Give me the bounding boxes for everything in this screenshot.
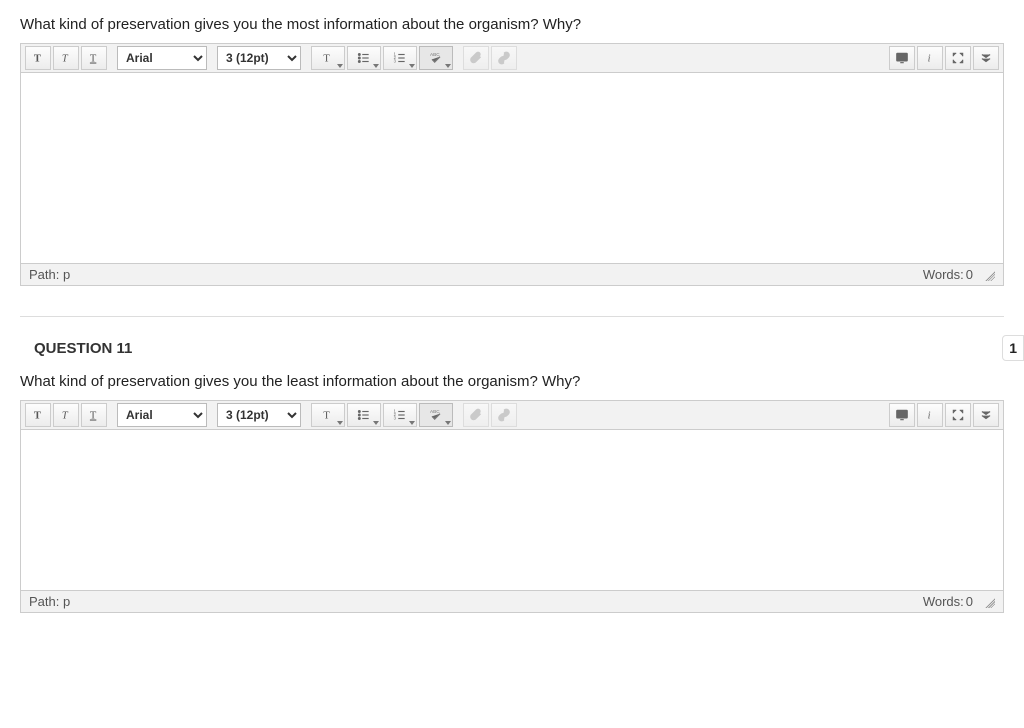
bold-style-button[interactable]: T xyxy=(25,46,51,70)
editor-status-bar: Path: p Words:0 xyxy=(21,590,1003,612)
words-label: Words: xyxy=(923,594,964,609)
resize-grip-icon[interactable] xyxy=(983,269,995,281)
link-button[interactable] xyxy=(491,46,517,70)
editor-textarea[interactable] xyxy=(21,73,1003,263)
italic-style-button[interactable]: T xyxy=(53,403,79,427)
font-family-select[interactable]: Arial xyxy=(117,46,207,70)
font-family-select[interactable]: Arial xyxy=(117,403,207,427)
editor-textarea[interactable] xyxy=(21,430,1003,590)
rich-text-editor: T T T Arial 3 (12pt) T xyxy=(20,400,1004,613)
attachment-button[interactable] xyxy=(463,46,489,70)
question-header: QUESTION 11 xyxy=(34,340,132,357)
svg-text:T: T xyxy=(90,411,97,422)
svg-text:T: T xyxy=(62,54,69,65)
numbered-list-button[interactable]: 1 2 3 xyxy=(383,46,417,70)
question-prompt: What kind of preservation gives you the … xyxy=(20,16,1004,33)
svg-text:T: T xyxy=(323,54,330,65)
bold-style-button[interactable]: T xyxy=(25,403,51,427)
path-value: p xyxy=(63,594,70,609)
editor-status-bar: Path: p Words:0 xyxy=(21,263,1003,285)
question-points: 1 xyxy=(1002,335,1024,361)
expand-toolbar-button[interactable] xyxy=(973,46,999,70)
words-value: 0 xyxy=(966,267,973,282)
underline-style-button[interactable]: T xyxy=(81,403,107,427)
svg-text:T: T xyxy=(34,54,41,65)
html-view-button[interactable] xyxy=(889,46,915,70)
spellcheck-button[interactable]: ABC xyxy=(419,403,453,427)
resize-grip-icon[interactable] xyxy=(983,596,995,608)
svg-text:ABC: ABC xyxy=(430,409,440,414)
text-color-button[interactable]: T xyxy=(311,46,345,70)
attachment-button[interactable] xyxy=(463,403,489,427)
info-button[interactable]: i xyxy=(917,46,943,70)
question-divider xyxy=(20,316,1004,317)
svg-text:T: T xyxy=(62,411,69,422)
italic-style-button[interactable]: T xyxy=(53,46,79,70)
svg-text:3: 3 xyxy=(394,416,397,421)
font-size-select[interactable]: 3 (12pt) xyxy=(217,403,301,427)
path-value: p xyxy=(63,267,70,282)
bullet-list-button[interactable] xyxy=(347,46,381,70)
link-button[interactable] xyxy=(491,403,517,427)
svg-text:T: T xyxy=(34,411,41,422)
editor-toolbar: T T T Arial 3 (12pt) T xyxy=(21,401,1003,430)
underline-style-button[interactable]: T xyxy=(81,46,107,70)
path-label: Path: xyxy=(29,594,59,609)
question-prompt: What kind of preservation gives you the … xyxy=(20,373,1004,390)
numbered-list-button[interactable]: 1 2 3 xyxy=(383,403,417,427)
rich-text-editor: T T T Arial 3 (12pt) T xyxy=(20,43,1004,286)
font-size-select[interactable]: 3 (12pt) xyxy=(217,46,301,70)
svg-text:i: i xyxy=(928,54,931,65)
text-color-button[interactable]: T xyxy=(311,403,345,427)
info-button[interactable]: i xyxy=(917,403,943,427)
editor-toolbar: T T T Arial 3 (12pt) T xyxy=(21,44,1003,73)
words-label: Words: xyxy=(923,267,964,282)
fullscreen-button[interactable] xyxy=(945,403,971,427)
spellcheck-button[interactable]: ABC xyxy=(419,46,453,70)
fullscreen-button[interactable] xyxy=(945,46,971,70)
svg-text:ABC: ABC xyxy=(430,52,440,57)
html-view-button[interactable] xyxy=(889,403,915,427)
svg-text:i: i xyxy=(928,411,931,422)
expand-toolbar-button[interactable] xyxy=(973,403,999,427)
path-label: Path: xyxy=(29,267,59,282)
svg-text:T: T xyxy=(323,411,330,422)
svg-text:3: 3 xyxy=(394,59,397,64)
bullet-list-button[interactable] xyxy=(347,403,381,427)
svg-text:T: T xyxy=(90,54,97,65)
words-value: 0 xyxy=(966,594,973,609)
